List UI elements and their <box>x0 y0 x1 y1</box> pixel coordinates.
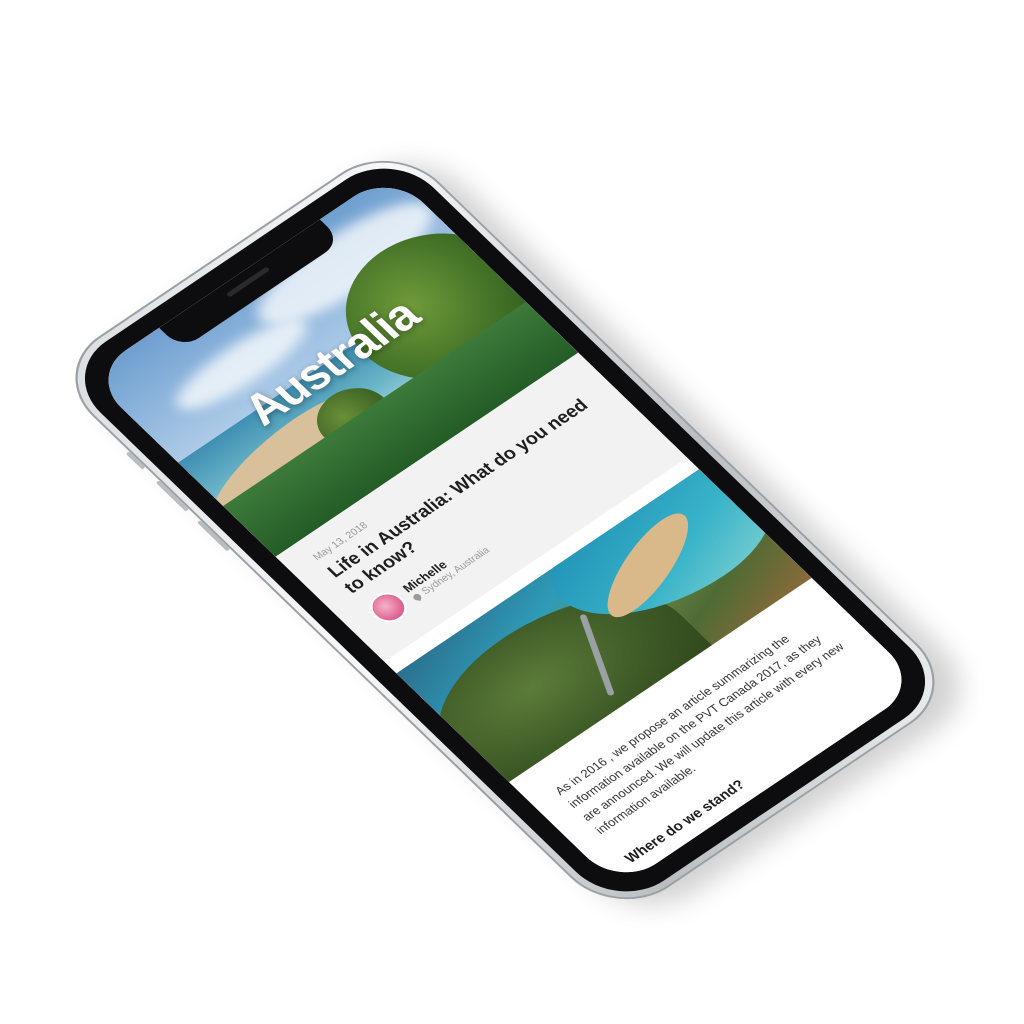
device-mockup-stage: Australia May 13, 2018 Life in Australia… <box>0 0 1024 1024</box>
phone-screen: Australia May 13, 2018 Life in Australia… <box>88 171 922 889</box>
phone-body: Australia May 13, 2018 Life in Australia… <box>46 137 964 923</box>
phone-mockup: Australia May 13, 2018 Life in Australia… <box>46 137 964 923</box>
speaker-grille <box>225 266 271 298</box>
map-pin-icon <box>412 593 422 601</box>
phone-bezel: Australia May 13, 2018 Life in Australia… <box>59 148 951 912</box>
avatar[interactable] <box>362 586 414 629</box>
